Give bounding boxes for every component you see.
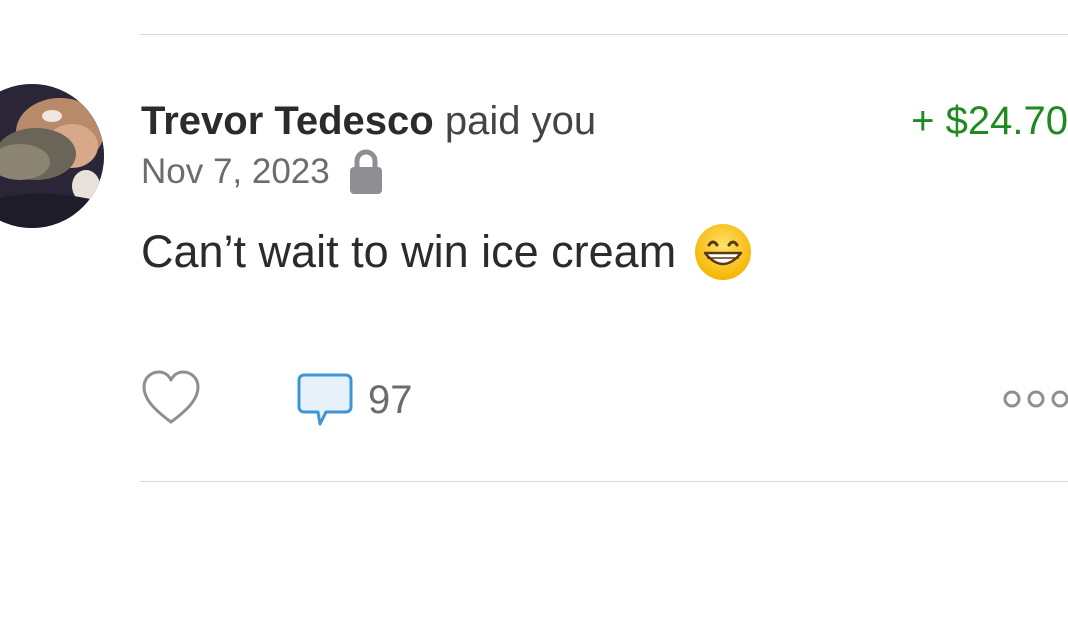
comment-count: 97 (368, 377, 413, 422)
more-options-button[interactable] (1002, 384, 1068, 414)
avatar[interactable] (0, 84, 104, 228)
grinning-face-emoji-icon (694, 223, 752, 281)
heart-outline-icon (142, 370, 200, 424)
transaction-feed-item: Trevor Tedesco paid you + $24.70 Nov 7, … (0, 0, 1068, 622)
action-text: paid you (444, 99, 597, 143)
top-divider (140, 34, 1068, 35)
lock-icon (348, 148, 384, 196)
like-button[interactable] (140, 368, 202, 428)
transaction-meta: Nov 7, 2023 (141, 148, 384, 196)
speech-bubble-icon (297, 373, 353, 426)
comment-button[interactable]: 97 (296, 370, 413, 430)
amount: + $24.70 (911, 99, 1068, 143)
action-bar: 97 (0, 368, 1068, 432)
bottom-divider (140, 481, 1068, 482)
ellipsis-icon (1003, 390, 1068, 408)
payment-note: Can’t wait to win ice cream (141, 222, 752, 282)
transaction-date: Nov 7, 2023 (141, 152, 330, 191)
payer-name[interactable]: Trevor Tedesco (141, 99, 434, 143)
avatar-photo (0, 84, 104, 228)
transaction-title: Trevor Tedesco paid you (141, 96, 596, 146)
note-text: Can’t wait to win ice cream (141, 226, 677, 277)
